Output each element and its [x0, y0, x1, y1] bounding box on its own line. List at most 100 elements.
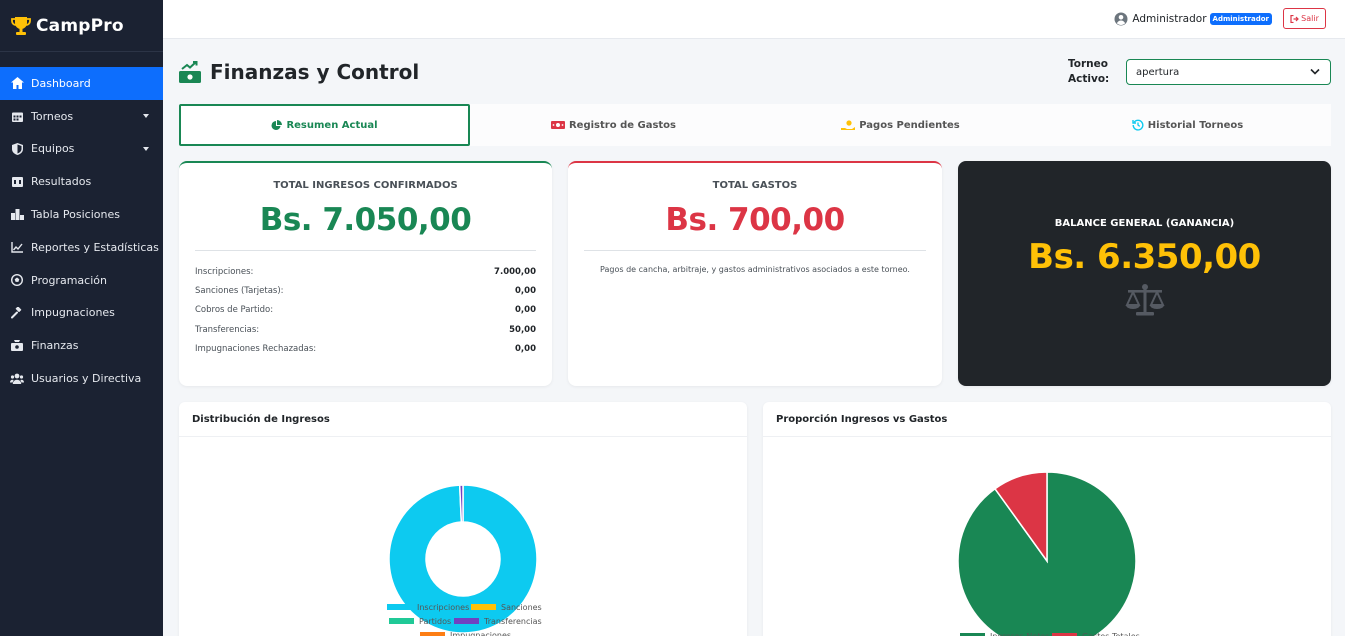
ingresos-heading: TOTAL INGRESOS CONFIRMADOS — [273, 180, 458, 191]
proporcion-panel: Proporción Ingresos vs Gastos Ingresos N… — [763, 402, 1331, 636]
role-badge: Administrador — [1209, 13, 1272, 25]
sidebar-item-programacion[interactable]: Programación — [0, 264, 163, 297]
legend-label[interactable]: Gastos Totales — [1082, 632, 1140, 636]
scale-balanced-icon — [958, 283, 1331, 317]
pie-icon — [271, 119, 283, 130]
history-icon — [1132, 119, 1144, 131]
brand[interactable]: CampPro — [0, 0, 163, 52]
users-icon — [10, 372, 24, 386]
ingresos-total: Bs. 7.050,00 — [259, 202, 472, 238]
shield-icon — [10, 142, 24, 156]
breakdown-label: Inscripciones: — [195, 266, 254, 277]
sidebar-item-label: Impugnaciones — [31, 306, 115, 320]
sidebar-item-label: Tabla Posiciones — [31, 208, 120, 222]
logout-button[interactable]: Salir — [1283, 8, 1326, 29]
legend-label[interactable]: Ingresos Netos — [990, 632, 1049, 636]
page-title-text: Finanzas y Control — [210, 60, 420, 84]
sidebar-item-dashboard[interactable]: Dashboard — [0, 67, 163, 100]
logout-icon — [1290, 14, 1299, 23]
sidebar-item-label: Usuarios y Directiva — [31, 372, 142, 386]
panel-title: Distribución de Ingresos — [179, 402, 747, 437]
chevron-down-icon — [1310, 68, 1320, 75]
tab-pagos-pendientes[interactable]: Pagos Pendientes — [757, 104, 1044, 146]
breakdown-row: Cobros de Partido: 0,00 — [195, 301, 536, 320]
torneo-select[interactable]: apertura — [1126, 59, 1331, 85]
balance-card: BALANCE GENERAL (GANANCIA) Bs. 6.350,00 — [958, 161, 1331, 386]
panel-title: Proporción Ingresos vs Gastos — [763, 402, 1331, 437]
breakdown-label: Cobros de Partido: — [195, 305, 274, 316]
brand-name: CampPro — [36, 15, 124, 36]
ingresos-breakdown: Inscripciones: 7.000,00 Sanciones (Tarje… — [179, 251, 552, 359]
gastos-card: TOTAL GASTOS Bs. 700,00 Pagos de cancha,… — [568, 161, 942, 386]
breakdown-value: 50,00 — [509, 324, 536, 335]
sidebar-item-finanzas[interactable]: Finanzas — [0, 329, 163, 362]
gastos-note: Pagos de cancha, arbitraje, y gastos adm… — [600, 265, 910, 274]
breakdown-label: Transferencias: — [195, 324, 260, 335]
breakdown-row: Transferencias: 50,00 — [195, 320, 536, 339]
legend-swatch — [389, 618, 414, 624]
sidebar-item-label: Dashboard — [31, 76, 91, 90]
sidebar-item-label: Reportes y Estadísticas — [31, 240, 159, 254]
topbar: Administrador Administrador Salir — [163, 0, 1345, 39]
money-growth-icon — [179, 61, 201, 83]
breakdown-label: Sanciones (Tarjetas): — [195, 286, 284, 297]
sidebar-item-label: Resultados — [31, 175, 92, 189]
breakdown-value: 7.000,00 — [494, 266, 536, 277]
tab-resumen-actual[interactable]: Resumen Actual — [179, 104, 470, 146]
legend-label[interactable]: Sanciones — [501, 603, 542, 612]
legend-label[interactable]: Transferencias — [483, 617, 542, 626]
line-chart-icon — [10, 240, 24, 254]
breakdown-row: Sanciones (Tarjetas): 0,00 — [195, 281, 536, 300]
sidebar-item-reportes[interactable]: Reportes y Estadísticas — [0, 231, 163, 264]
legend-swatch — [387, 604, 412, 610]
balance-heading: BALANCE GENERAL (GANANCIA) — [1054, 218, 1235, 229]
tab-label: Resumen Actual — [286, 119, 378, 131]
ingresos-card: TOTAL INGRESOS CONFIRMADOS Bs. 7.050,00 … — [179, 161, 552, 386]
sidebar-item-resultados[interactable]: Resultados — [0, 165, 163, 198]
doughnut-chart: Inscripciones Sanciones Partidos Transferen… — [387, 484, 542, 636]
trophy-icon — [10, 15, 32, 37]
sidebar-item-usuarios[interactable]: Usuarios y Directiva — [0, 362, 163, 395]
sidebar-nav: Dashboard Torneos Equipos Resultados Tab… — [0, 67, 163, 395]
legend-label[interactable]: Inscripciones — [417, 603, 469, 612]
user-circle-icon — [1114, 12, 1128, 26]
gavel-icon — [10, 306, 24, 320]
money-bill-icon — [550, 121, 565, 129]
home-icon — [10, 76, 24, 90]
gastos-heading: TOTAL GASTOS — [712, 180, 798, 191]
calendar-icon — [10, 109, 24, 123]
podium-icon — [10, 208, 24, 222]
legend-label[interactable]: Partidos — [419, 617, 451, 626]
legend-swatch — [471, 604, 496, 610]
legend-label[interactable]: Impugnaciones — [450, 631, 511, 636]
soccer-ball-icon — [10, 273, 24, 287]
user-menu[interactable]: Administrador Administrador — [1114, 12, 1272, 26]
sidebar-item-torneos[interactable]: Torneos — [0, 100, 163, 133]
sidebar-item-tabla-posiciones[interactable]: Tabla Posiciones — [0, 198, 163, 231]
breakdown-label: Impugnaciones Rechazadas: — [195, 344, 317, 355]
tab-historial-torneos[interactable]: Historial Torneos — [1044, 104, 1331, 146]
sidebar-item-label: Equipos — [31, 142, 75, 156]
sidebar-item-label: Programación — [31, 273, 107, 287]
torneo-label: Torneo Activo: — [1068, 58, 1110, 85]
breakdown-value: 0,00 — [515, 286, 536, 297]
sidebar-item-label: Finanzas — [31, 339, 79, 353]
sidebar-item-equipos[interactable]: Equipos — [0, 133, 163, 166]
page-title: Finanzas y Control — [179, 60, 419, 84]
tab-registro-gastos[interactable]: Registro de Gastos — [470, 104, 757, 146]
tab-label: Registro de Gastos — [568, 119, 677, 131]
sidebar-item-impugnaciones[interactable]: Impugnaciones — [0, 297, 163, 330]
legend-swatch — [454, 618, 479, 624]
breakdown-row: Impugnaciones Rechazadas: 0,00 — [195, 340, 536, 359]
logout-label: Salir — [1301, 14, 1319, 23]
distribucion-ingresos-panel: Distribución de Ingresos Inscripciones Sa… — [179, 402, 747, 636]
hand-coin-icon — [841, 119, 856, 130]
legend-swatch — [420, 632, 445, 636]
finance-tabs: Resumen Actual Registro de Gastos Pagos … — [179, 104, 1331, 146]
user-name: Administrador — [1132, 13, 1207, 25]
gastos-total: Bs. 700,00 — [665, 202, 845, 238]
torneo-selected-value: apertura — [1136, 66, 1180, 78]
sidebar: CampPro Dashboard Torneos Equipos Result… — [0, 0, 163, 636]
breakdown-value: 0,00 — [515, 344, 536, 355]
breakdown-value: 0,00 — [515, 305, 536, 316]
